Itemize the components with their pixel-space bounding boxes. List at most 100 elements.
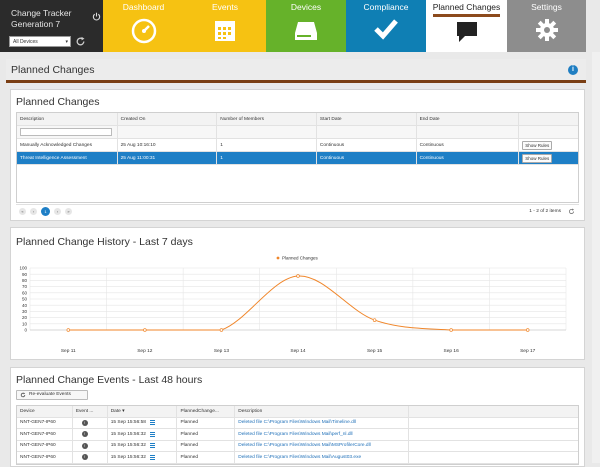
x-tick-label: Sep 16 — [444, 348, 460, 354]
y-tick-label: 90 — [22, 272, 28, 277]
column-header[interactable]: Date ▾ — [108, 406, 178, 417]
column-header[interactable]: Start Date — [317, 113, 417, 125]
column-header[interactable]: Device — [17, 406, 73, 417]
list-icon[interactable] — [149, 431, 155, 437]
list-icon[interactable] — [149, 443, 155, 449]
history-line-chart: 1009080706050403020100Sep 11 Sep 12 Sep 13… — [19, 256, 567, 354]
last-page-icon[interactable]: » — [65, 208, 72, 215]
reevaluate-label: Re-evaluate Events — [29, 392, 71, 397]
legend-label: Planned Changes — [282, 256, 319, 261]
history-chart-title: Planned Change History - Last 7 days — [16, 236, 193, 248]
row-actions: Show Rules — [519, 152, 578, 164]
y-tick-label: 10 — [22, 321, 28, 326]
event-date: 15 Sep 15:56:32 — [110, 443, 146, 449]
planned-changes-title: Planned Changes — [16, 96, 100, 108]
x-tick-label: Sep 17 — [520, 348, 536, 354]
page-scrollbar[interactable] — [592, 52, 600, 463]
nav-devices[interactable]: Devices — [266, 0, 346, 52]
event-type-cell: ! — [73, 429, 108, 440]
row-created: 25 Aug 10:16:10 — [118, 139, 218, 151]
app-title-line2: Generation 7 — [11, 19, 61, 29]
x-tick-label: Sep 15 — [367, 348, 383, 354]
y-tick-label: 20 — [22, 315, 28, 320]
nav-compliance[interactable]: Compliance — [346, 0, 426, 52]
event-type-cell: ! — [73, 440, 108, 451]
first-page-icon[interactable]: « — [19, 208, 26, 215]
event-type-icon[interactable]: ! — [81, 442, 88, 449]
table-row[interactable]: NNT-GEN7-IP60! 15 Sep 15:56:32 Planned Dele… — [17, 429, 578, 441]
refresh-icon[interactable] — [75, 36, 86, 47]
data-point — [372, 318, 377, 322]
events-panel: Planned Change Events - Last 48 hours Re… — [10, 367, 585, 467]
refresh-icon[interactable] — [568, 208, 575, 215]
data-point — [525, 328, 530, 332]
column-header-empty — [519, 113, 578, 125]
x-tick-label: Sep 13 — [214, 348, 230, 354]
event-description-link[interactable]: Deleted file C:\Program Files\Windows Ma… — [235, 417, 409, 428]
event-type-icon[interactable]: ! — [81, 431, 88, 438]
nav-planned-changes[interactable]: Planned Changes — [426, 0, 507, 52]
y-tick-label: 0 — [24, 328, 27, 333]
table-row[interactable]: NNT-GEN7-IP60! 15 Sep 15:56:32 Planned Dele… — [17, 440, 578, 452]
prev-page-icon[interactable]: ‹ — [30, 208, 37, 215]
legend-marker — [276, 256, 280, 260]
event-device: NNT-GEN7-IP60 — [17, 429, 73, 440]
grid-empty-space — [17, 165, 578, 202]
column-header[interactable]: PlannedChange... — [177, 406, 236, 417]
filter-cell — [17, 126, 118, 138]
active-tab-indicator — [433, 14, 500, 17]
nav-planned-label: Planned Changes — [432, 2, 501, 12]
nav-dashboard[interactable]: Dashboard — [103, 0, 184, 52]
y-tick-label: 100 — [19, 266, 27, 271]
event-type-cell: ! — [73, 417, 108, 428]
grid-header-row: Device Event ... Date ▾ PlannedChange...… — [17, 406, 578, 418]
device-filter-value: All Devices — [13, 39, 38, 45]
description-filter-input[interactable] — [20, 128, 112, 136]
next-page-icon[interactable]: › — [54, 208, 61, 215]
column-header[interactable]: Number of Members — [217, 113, 317, 125]
column-header[interactable]: Event ... — [73, 406, 108, 417]
event-date-cell: 15 Sep 15:56:32 — [108, 452, 178, 463]
event-description-link[interactable]: Deleted file C:\Program Files\Windows Ma… — [235, 429, 409, 440]
reevaluate-events-button[interactable]: Re-evaluate Events — [16, 390, 88, 400]
show-rules-button[interactable]: Show Rules — [522, 140, 553, 150]
current-page-button[interactable]: 1 — [41, 207, 50, 216]
event-description-link[interactable]: Deleted file C:\Program Files\Windows Ma… — [235, 440, 409, 451]
y-tick-label: 80 — [22, 278, 28, 283]
nav-events[interactable]: Events — [184, 0, 266, 52]
column-header[interactable]: Description — [235, 406, 409, 417]
event-status: Planned — [177, 452, 236, 463]
row-start: Continuous — [317, 139, 417, 151]
list-icon[interactable] — [149, 420, 155, 426]
table-row[interactable]: NNT-GEN7-IP60! 15 Sep 15:56:32 Planned Dele… — [17, 452, 578, 464]
event-description-link[interactable]: Deleted file C:\Program Files\Windows Ma… — [235, 452, 409, 463]
event-date-cell: 15 Sep 15:56:58 — [108, 417, 178, 428]
column-header[interactable]: Created On — [118, 113, 218, 125]
planned-changes-panel: Planned Changes Description Created On N… — [10, 89, 585, 221]
speech-bubble-icon — [456, 22, 477, 42]
event-type-icon[interactable]: ! — [81, 454, 88, 461]
x-tick-label: Sep 14 — [290, 348, 306, 354]
nav-devices-label: Devices — [290, 2, 322, 12]
info-icon[interactable]: i — [568, 65, 578, 75]
row-start: Continuous — [317, 152, 417, 164]
checkmark-icon — [374, 19, 398, 40]
nav-settings[interactable]: Settings — [507, 0, 586, 52]
show-rules-button[interactable]: Show Rules — [522, 153, 553, 163]
event-type-icon[interactable]: ! — [81, 419, 88, 426]
nav-dashboard-label: Dashboard — [122, 2, 165, 12]
table-row-selected[interactable]: Threat Intelligence Assessment 25 Aug 11… — [17, 152, 578, 165]
table-row[interactable]: NNT-GEN7-IP60! 15 Sep 15:56:58 Planned Dele… — [17, 417, 578, 429]
nav-events-label: Events — [212, 2, 238, 12]
list-icon[interactable] — [149, 454, 155, 460]
power-icon[interactable] — [92, 12, 101, 21]
column-header[interactable]: Description — [17, 113, 118, 125]
device-filter-select[interactable]: All Devices ▾ — [9, 36, 71, 47]
event-status: Planned — [177, 440, 236, 451]
event-date: 15 Sep 15:56:32 — [110, 454, 146, 460]
row-created: 25 Aug 11:00:31 — [118, 152, 218, 164]
column-header[interactable]: End Date — [417, 113, 520, 125]
row-members: 1 — [217, 139, 317, 151]
table-row[interactable]: Manually Acknowledged Changes 25 Aug 10:… — [17, 139, 578, 152]
event-status: Planned — [177, 429, 236, 440]
